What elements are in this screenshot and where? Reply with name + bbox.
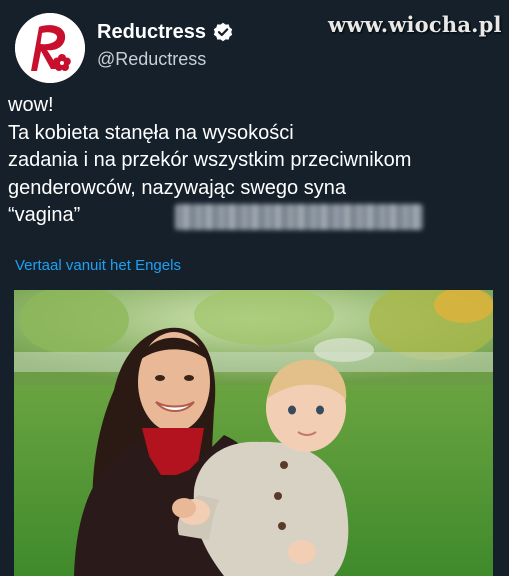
tweet-card: Reductress @Reductress www.wiocha.pl wow… xyxy=(0,0,509,576)
verified-badge-icon xyxy=(213,22,233,42)
tweet-text-line: zadania i na przekór wszystkim przeciwni… xyxy=(8,149,412,171)
mother-and-baby-photo xyxy=(14,290,493,576)
translate-link[interactable]: Vertaal vanuit het Engels xyxy=(15,257,181,275)
tweet-text-line: Ta kobieta stanęła na wysokości xyxy=(8,121,294,144)
author-handle[interactable]: @Reductress xyxy=(97,48,206,70)
author-name[interactable]: Reductress xyxy=(97,20,206,44)
reductress-logo-icon xyxy=(15,13,85,83)
tweet-text-line: genderowców, nazywając swego syna xyxy=(8,176,346,199)
tweet-text-line: wow! xyxy=(8,94,54,116)
watermark: www.wiocha.pl xyxy=(328,12,502,37)
avatar[interactable] xyxy=(15,13,85,83)
pixelated-redaction xyxy=(175,204,423,230)
author-name-row[interactable]: Reductress xyxy=(97,20,233,44)
tweet-photo[interactable] xyxy=(14,290,493,576)
